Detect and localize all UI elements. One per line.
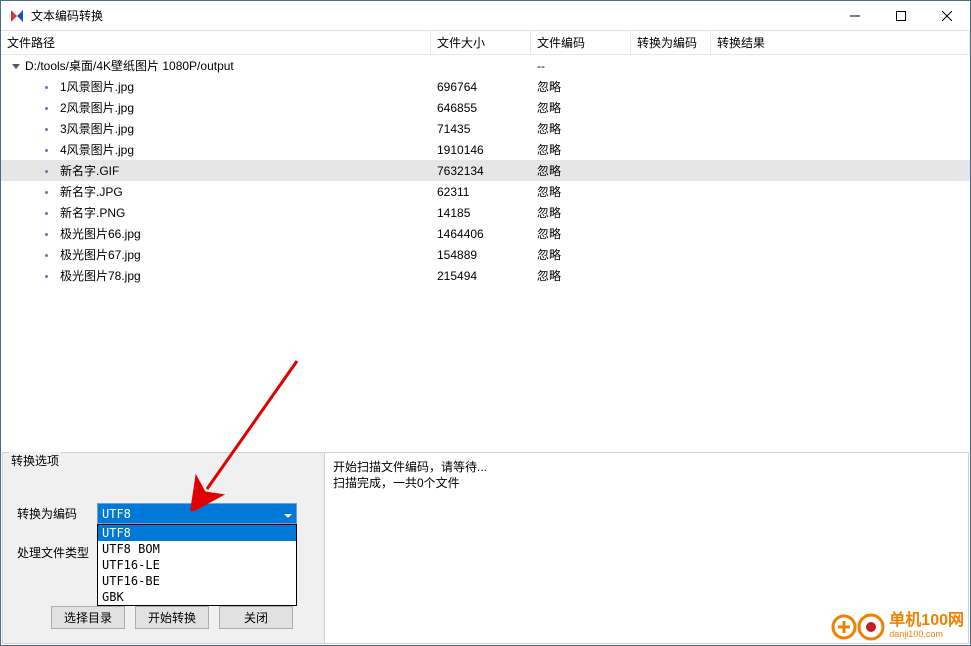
- table-row[interactable]: 极光图片66.jpg 1464406忽略: [1, 223, 970, 244]
- file-size: 1464406: [431, 227, 531, 241]
- file-size: 1910146: [431, 143, 531, 157]
- table-row[interactable]: 4风景图片.jpg 1910146忽略: [1, 139, 970, 160]
- log-line: 开始扫描文件编码，请等待...: [333, 459, 960, 475]
- encoding-option[interactable]: GBK: [98, 589, 296, 605]
- table-row[interactable]: 1风景图片.jpg 696764忽略: [1, 76, 970, 97]
- table-row[interactable]: 新名字.PNG 14185忽略: [1, 202, 970, 223]
- encoding-option[interactable]: UTF8 BOM: [98, 541, 296, 557]
- watermark-text: 单机100网: [889, 613, 964, 629]
- to-encoding-value: UTF8: [98, 507, 280, 521]
- file-name: 新名字.JPG: [60, 185, 123, 199]
- file-encoding: 忽略: [531, 246, 631, 263]
- file-encoding: 忽略: [531, 183, 631, 200]
- col-to-encoding[interactable]: 转换为编码: [631, 31, 711, 54]
- file-name: 2风景图片.jpg: [60, 101, 134, 115]
- to-encoding-combo[interactable]: UTF8 UTF8UTF8 BOMUTF16-LEUTF16-BEGBK: [97, 503, 297, 524]
- file-type-label: 处理文件类型: [17, 544, 97, 561]
- file-icon: [45, 254, 48, 257]
- file-name: 极光图片66.jpg: [60, 227, 141, 241]
- table-row[interactable]: 极光图片78.jpg 215494忽略: [1, 265, 970, 286]
- file-icon: [45, 275, 48, 278]
- minimize-button[interactable]: [832, 1, 878, 30]
- to-encoding-dropdown[interactable]: UTF8UTF8 BOMUTF16-LEUTF16-BEGBK: [97, 524, 297, 606]
- window-title: 文本编码转换: [31, 7, 832, 24]
- start-convert-button[interactable]: 开始转换: [135, 606, 209, 629]
- file-size: 14185: [431, 206, 531, 220]
- choose-dir-button[interactable]: 选择目录: [51, 606, 125, 629]
- options-panel: 转换选项 转换为编码 UTF8 UTF8UTF8 BOMUTF16-LEUTF1…: [2, 452, 324, 644]
- table-row[interactable]: 2风景图片.jpg 646855忽略: [1, 97, 970, 118]
- file-size: 154889: [431, 248, 531, 262]
- titlebar: 文本编码转换: [1, 1, 970, 31]
- file-name: 3风景图片.jpg: [60, 122, 134, 136]
- file-icon: [45, 233, 48, 236]
- file-icon: [45, 191, 48, 194]
- watermark-icon: [831, 609, 885, 643]
- file-encoding: 忽略: [531, 78, 631, 95]
- col-encoding[interactable]: 文件编码: [531, 31, 631, 54]
- file-encoding: 忽略: [531, 141, 631, 158]
- close-panel-button[interactable]: 关闭: [219, 606, 293, 629]
- file-name: 新名字.GIF: [60, 164, 119, 178]
- file-icon: [45, 170, 48, 173]
- file-icon: [45, 149, 48, 152]
- file-table: 文件路径 文件大小 文件编码 转换为编码 转换结果 D:/tools/桌面/4K…: [1, 31, 970, 451]
- watermark-sub: danji100.com: [889, 629, 964, 639]
- expand-icon[interactable]: [11, 59, 21, 73]
- app-icon: [9, 8, 25, 24]
- file-size: 62311: [431, 185, 531, 199]
- col-size[interactable]: 文件大小: [431, 31, 531, 54]
- file-name: 极光图片78.jpg: [60, 269, 141, 283]
- file-name: 极光图片67.jpg: [60, 248, 141, 262]
- watermark: 单机100网 danji100.com: [831, 609, 964, 643]
- file-size: 71435: [431, 122, 531, 136]
- close-button[interactable]: [924, 1, 970, 30]
- table-row[interactable]: 极光图片67.jpg 154889忽略: [1, 244, 970, 265]
- root-path: D:/tools/桌面/4K壁纸图片 1080P/output: [25, 59, 234, 73]
- file-size: 696764: [431, 80, 531, 94]
- table-row[interactable]: 新名字.JPG 62311忽略: [1, 181, 970, 202]
- col-path[interactable]: 文件路径: [1, 31, 431, 54]
- table-row[interactable]: 新名字.GIF 7632134忽略: [1, 160, 970, 181]
- log-line: 扫描完成，一共0个文件: [333, 475, 960, 491]
- maximize-button[interactable]: [878, 1, 924, 30]
- file-name: 1风景图片.jpg: [60, 80, 134, 94]
- file-size: 215494: [431, 269, 531, 283]
- file-encoding: 忽略: [531, 162, 631, 179]
- options-group-title: 转换选项: [9, 452, 61, 469]
- file-name: 4风景图片.jpg: [60, 143, 134, 157]
- table-row-root[interactable]: D:/tools/桌面/4K壁纸图片 1080P/output --: [1, 55, 970, 76]
- file-encoding: 忽略: [531, 99, 631, 116]
- chevron-down-icon: [280, 507, 296, 521]
- to-encoding-label: 转换为编码: [17, 505, 97, 522]
- encoding-option[interactable]: UTF8: [98, 525, 296, 541]
- file-encoding: 忽略: [531, 120, 631, 137]
- root-encoding: --: [531, 59, 631, 73]
- table-row[interactable]: 3风景图片.jpg 71435忽略: [1, 118, 970, 139]
- table-header: 文件路径 文件大小 文件编码 转换为编码 转换结果: [1, 31, 970, 55]
- encoding-option[interactable]: UTF16-BE: [98, 573, 296, 589]
- file-size: 646855: [431, 101, 531, 115]
- file-name: 新名字.PNG: [60, 206, 125, 220]
- col-result[interactable]: 转换结果: [711, 31, 970, 54]
- file-icon: [45, 128, 48, 131]
- file-icon: [45, 86, 48, 89]
- encoding-option[interactable]: UTF16-LE: [98, 557, 296, 573]
- file-icon: [45, 107, 48, 110]
- file-encoding: 忽略: [531, 267, 631, 284]
- file-encoding: 忽略: [531, 204, 631, 221]
- file-icon: [45, 212, 48, 215]
- file-encoding: 忽略: [531, 225, 631, 242]
- file-size: 7632134: [431, 164, 531, 178]
